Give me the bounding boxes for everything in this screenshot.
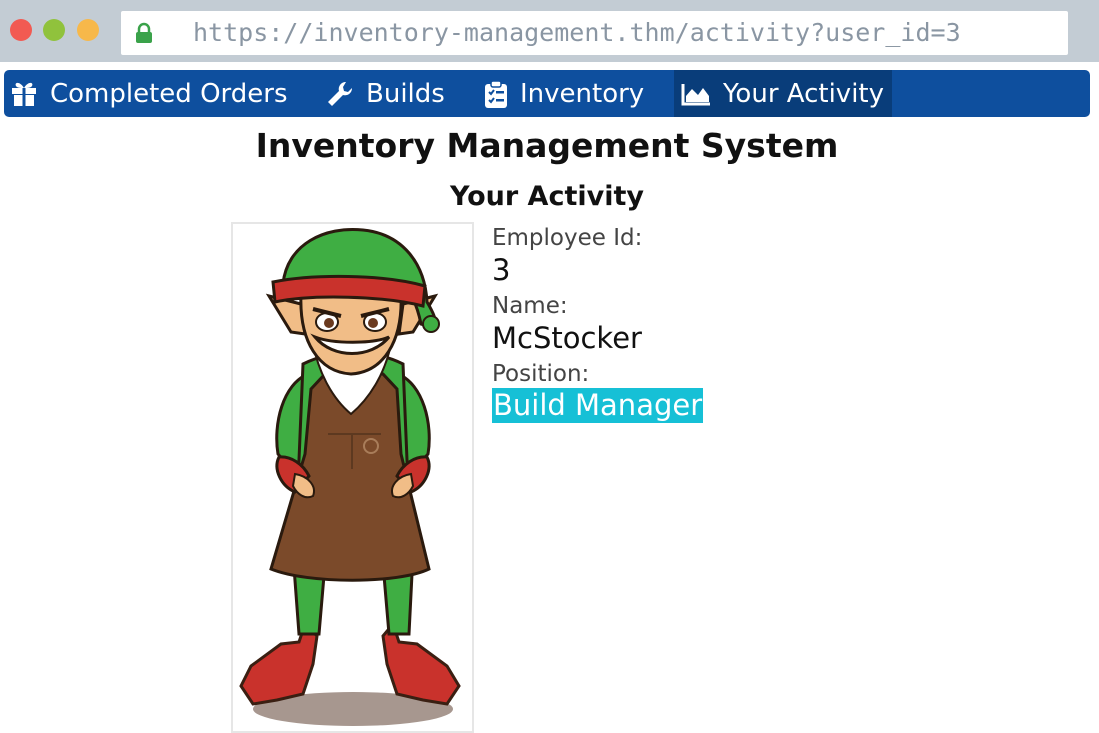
browser-chrome: https://inventory-management.thm/activit… xyxy=(0,0,1099,62)
nav-label: Inventory xyxy=(520,78,645,109)
chart-area-icon xyxy=(681,83,710,105)
employee-position-value: Build Manager xyxy=(492,388,704,423)
close-window-button[interactable] xyxy=(10,19,32,41)
page-title: Inventory Management System xyxy=(255,126,839,165)
employee-name-label: Name: xyxy=(492,293,568,319)
nav-label: Your Activity xyxy=(723,78,885,109)
nav-your-activity[interactable]: Your Activity xyxy=(674,70,892,117)
lock-icon xyxy=(136,22,152,43)
nav-inventory[interactable]: Inventory xyxy=(484,70,644,117)
nav-builds[interactable]: Builds xyxy=(326,70,445,117)
employee-position-label: Position: xyxy=(492,361,590,387)
nav-completed-orders[interactable]: Completed Orders xyxy=(10,70,288,117)
employee-id-label: Employee Id: xyxy=(492,225,643,251)
elf-character-image xyxy=(239,227,461,726)
employee-photo xyxy=(231,222,474,733)
gift-icon xyxy=(12,82,36,106)
employee-details: Employee Id: 3 Name: McStocker Position:… xyxy=(492,224,704,423)
page-subtitle: Your Activity xyxy=(450,181,644,212)
wrench-icon xyxy=(328,81,353,106)
employee-name-value: McStocker xyxy=(492,321,642,355)
clipboard-list-icon xyxy=(485,79,507,108)
maximize-window-button[interactable] xyxy=(43,19,65,41)
minimize-window-button[interactable] xyxy=(77,19,99,41)
employee-id-value: 3 xyxy=(492,253,511,287)
nav-label: Completed Orders xyxy=(50,78,288,109)
main-nav: Completed Orders Builds Inventory Your A… xyxy=(4,70,1090,117)
address-bar[interactable]: https://inventory-management.thm/activit… xyxy=(121,11,1068,55)
nav-label: Builds xyxy=(366,78,445,109)
url-text: https://inventory-management.thm/activit… xyxy=(193,18,961,47)
